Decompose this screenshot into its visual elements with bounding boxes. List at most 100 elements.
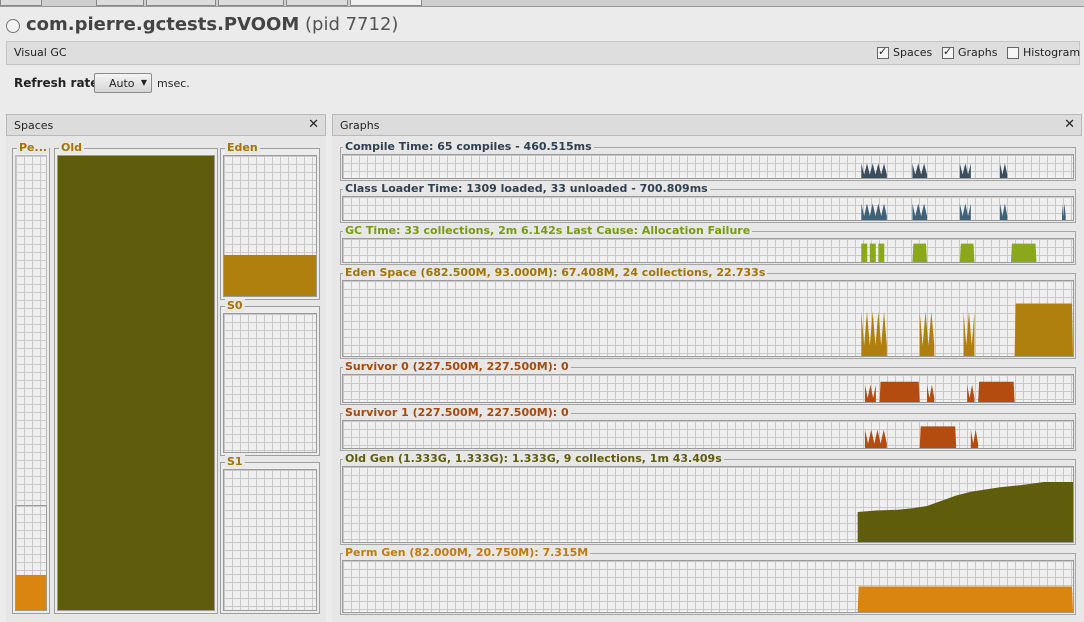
page-title: com.pierre.gctests.PVOOM (pid 7712) bbox=[26, 14, 398, 35]
survivor0-plot bbox=[342, 374, 1074, 403]
spaces-panel-title: Spaces bbox=[14, 119, 54, 132]
classloader-activity-2 bbox=[959, 203, 971, 220]
perm-gen-plot bbox=[342, 560, 1074, 613]
old-gen-graph: Old Gen (1.333G, 1.333G): 1.333G, 9 coll… bbox=[340, 452, 1076, 545]
perm-activity-0 bbox=[857, 586, 1073, 612]
close-icon[interactable]: ✕ bbox=[308, 117, 319, 132]
old-gen-plot bbox=[342, 466, 1074, 543]
s0-activity-2 bbox=[927, 384, 935, 402]
histogram-checkbox[interactable]: Histogram bbox=[1007, 46, 1080, 59]
refresh-rate-label: Refresh rate: bbox=[14, 76, 104, 90]
s0-sparkline bbox=[864, 381, 1015, 402]
compile-time-plot bbox=[342, 154, 1074, 179]
chevron-down-icon: ▼ bbox=[140, 78, 147, 87]
old-space-label: Old bbox=[59, 141, 84, 154]
old-sparkline bbox=[857, 482, 1073, 542]
s1-activity-2 bbox=[970, 429, 979, 448]
gc-sparkline bbox=[861, 243, 1037, 262]
survivor0-label: Survivor 0 (227.500M, 227.500M): 0 bbox=[343, 360, 571, 373]
compile-activity-0 bbox=[861, 163, 887, 178]
refresh-unit: msec. bbox=[157, 77, 190, 90]
spaces-checkbox[interactable]: Spaces bbox=[877, 45, 933, 59]
gc-activity-2 bbox=[959, 243, 975, 262]
compile-activity-3 bbox=[1000, 163, 1008, 178]
perm-space: Pe... bbox=[12, 141, 50, 614]
graphs-panel-header: Graphs ✕ bbox=[332, 114, 1082, 136]
old-used-fill bbox=[58, 156, 214, 610]
old-space: Old bbox=[54, 141, 218, 614]
app-name: com.pierre.gctests.PVOOM bbox=[26, 14, 300, 35]
classloader-activity-1 bbox=[912, 203, 927, 220]
close-icon[interactable]: ✕ bbox=[1064, 117, 1075, 132]
s1-space: S1 bbox=[220, 455, 320, 614]
eden-space-label: Eden bbox=[225, 141, 260, 154]
checkbox-icon bbox=[1007, 46, 1019, 59]
refresh-rate-select[interactable]: Auto ▼ bbox=[94, 73, 152, 93]
spaces-panel-header: Spaces ✕ bbox=[6, 114, 326, 136]
graphs-panel-title: Graphs bbox=[340, 119, 380, 132]
graphs-checkbox-label: Graphs bbox=[958, 46, 998, 59]
eden-activity-0 bbox=[861, 311, 887, 356]
s0-activity-4 bbox=[978, 381, 1015, 402]
tab-threads[interactable] bbox=[146, 0, 216, 6]
survivor1-graph: Survivor 1 (227.500M, 227.500M): 0 bbox=[340, 406, 1076, 451]
s0-activity-3 bbox=[967, 384, 975, 402]
perm-gen-graph: Perm Gen (82.000M, 20.750M): 7.315M bbox=[340, 546, 1076, 615]
eden-space-graph-label: Eden Space (682.500M, 93.000M): 67.408M,… bbox=[343, 266, 768, 279]
perm-sparkline bbox=[857, 586, 1073, 612]
eden-activity-1 bbox=[919, 311, 935, 356]
spaces-checkbox-label: Spaces bbox=[893, 46, 933, 59]
checkbox-icon bbox=[877, 45, 889, 59]
compile-sparkline bbox=[861, 163, 1008, 178]
perm-space-label: Pe... bbox=[17, 141, 50, 154]
tab-sampler[interactable] bbox=[218, 0, 284, 6]
class-loader-graph: Class Loader Time: 1309 loaded, 33 unloa… bbox=[340, 182, 1076, 223]
compile-time-graph: Compile Time: 65 compiles - 460.515ms bbox=[340, 140, 1076, 181]
classloader-sparkline bbox=[861, 203, 1066, 220]
tab-visual-gc[interactable] bbox=[350, 0, 422, 6]
s1-sparkline bbox=[864, 426, 979, 448]
checkbox-icon bbox=[942, 45, 954, 59]
gc-time-label: GC Time: 33 collections, 2m 6.142s Last … bbox=[343, 224, 753, 237]
histogram-checkbox-label: Histogram bbox=[1023, 46, 1081, 59]
eden-activity-3 bbox=[1014, 303, 1073, 356]
visual-gc-title: Visual GC bbox=[14, 46, 67, 59]
graphs-checkbox[interactable]: Graphs bbox=[942, 45, 998, 59]
gc-time-graph: GC Time: 33 collections, 2m 6.142s Last … bbox=[340, 224, 1076, 265]
eden-space-graph: Eden Space (682.500M, 93.000M): 67.408M,… bbox=[340, 266, 1076, 359]
eden-space: Eden bbox=[220, 141, 320, 300]
eden-sparkline bbox=[861, 303, 1073, 356]
tab-monitor[interactable] bbox=[96, 0, 144, 6]
classloader-activity-3 bbox=[1000, 203, 1008, 220]
tab-overview[interactable] bbox=[0, 0, 42, 6]
compile-activity-2 bbox=[959, 163, 971, 178]
survivor1-plot bbox=[342, 420, 1074, 449]
perm-gen-label: Perm Gen (82.000M, 20.750M): 7.315M bbox=[343, 546, 591, 559]
survivor1-label: Survivor 1 (227.500M, 227.500M): 0 bbox=[343, 406, 571, 419]
s1-grid bbox=[223, 469, 317, 611]
s0-activity-0 bbox=[864, 384, 876, 402]
classloader-activity-0 bbox=[861, 203, 887, 220]
old-gen-label: Old Gen (1.333G, 1.333G): 1.333G, 9 coll… bbox=[343, 452, 724, 465]
perm-used-fill bbox=[16, 575, 46, 610]
refresh-rate-value: Auto bbox=[109, 77, 135, 90]
tab-profiler[interactable] bbox=[286, 0, 348, 6]
old-gen-area bbox=[857, 482, 1073, 542]
class-loader-plot bbox=[342, 196, 1074, 221]
compile-activity-1 bbox=[912, 163, 927, 178]
s0-space: S0 bbox=[220, 299, 320, 456]
pid-label: (pid 7712) bbox=[305, 14, 399, 35]
gc-activity-1 bbox=[912, 243, 927, 262]
gc-activity-3 bbox=[1010, 243, 1037, 262]
gc-activity-0 bbox=[861, 243, 887, 262]
survivor0-graph: Survivor 0 (227.500M, 227.500M): 0 bbox=[340, 360, 1076, 405]
status-icon bbox=[6, 19, 20, 33]
eden-used-fill bbox=[224, 255, 316, 296]
s0-grid bbox=[223, 313, 317, 453]
class-loader-label: Class Loader Time: 1309 loaded, 33 unloa… bbox=[343, 182, 710, 195]
compile-time-label: Compile Time: 65 compiles - 460.515ms bbox=[343, 140, 594, 153]
gc-time-plot bbox=[342, 238, 1074, 263]
classloader-activity-4 bbox=[1062, 203, 1066, 220]
s0-space-label: S0 bbox=[225, 299, 245, 312]
s0-activity-1 bbox=[879, 381, 920, 402]
